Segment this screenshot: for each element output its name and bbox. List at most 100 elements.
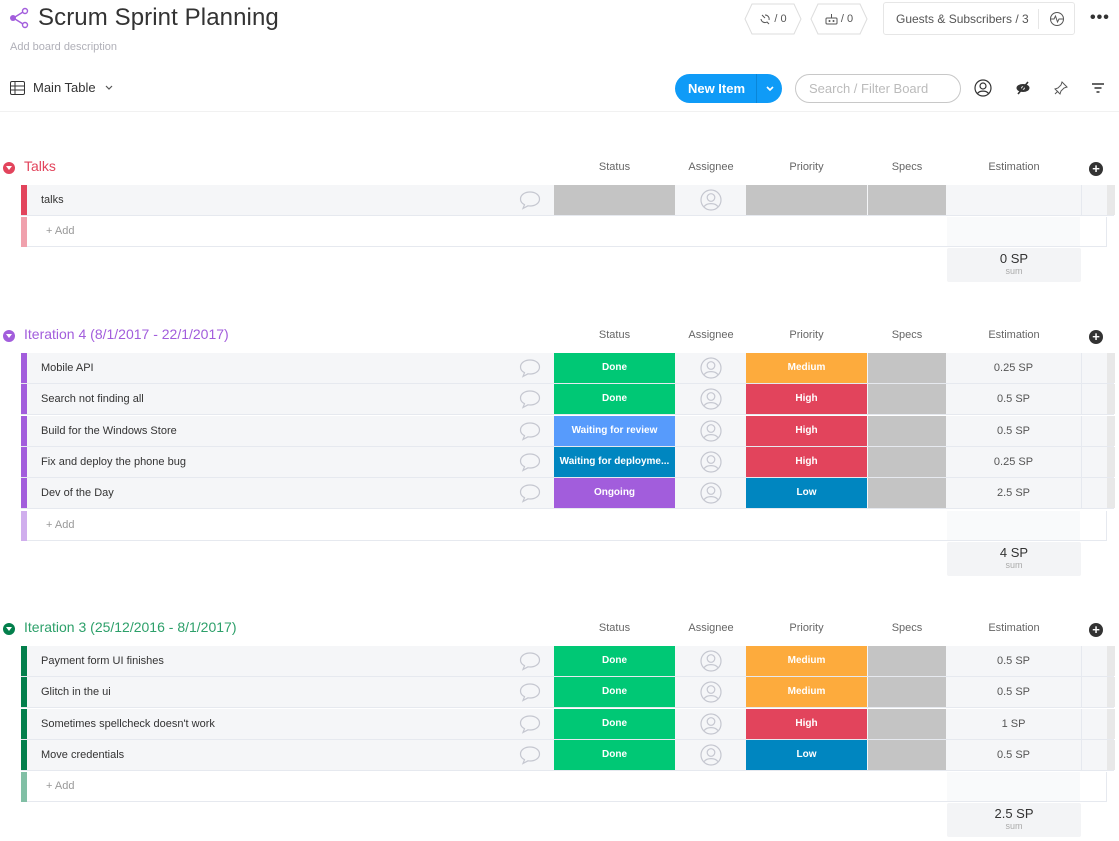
comment-icon[interactable]	[519, 745, 541, 770]
collapse-toggle-icon[interactable]	[3, 162, 15, 174]
estimation-cell[interactable]: 0.5 SP	[947, 415, 1080, 446]
item-name[interactable]: Move credentials	[41, 749, 124, 761]
status-cell[interactable]: Done	[554, 677, 675, 708]
comment-icon[interactable]	[519, 651, 541, 676]
add-column-icon[interactable]: +	[1089, 330, 1103, 344]
table-row[interactable]: Search not finding all Done High 0.5 SP	[21, 384, 1115, 416]
status-cell[interactable]: Done	[554, 708, 675, 739]
column-header-estimation[interactable]: Estimation	[947, 161, 1081, 173]
status-cell[interactable]: Done	[554, 353, 675, 383]
specs-cell[interactable]	[868, 646, 946, 676]
sort-button[interactable]	[1088, 78, 1108, 98]
estimation-cell[interactable]: 2.5 SP	[947, 478, 1080, 509]
specs-cell[interactable]	[868, 353, 946, 383]
priority-cell[interactable]: High	[746, 446, 867, 477]
group-title[interactable]: Iteration 3 (25/12/2016 - 8/1/2017)	[24, 619, 236, 635]
view-selector[interactable]: Main Table	[10, 80, 114, 95]
priority-cell[interactable]: High	[746, 415, 867, 446]
person-filter-button[interactable]	[973, 78, 993, 98]
automations-button[interactable]: / 0	[810, 3, 868, 35]
table-row[interactable]: Move credentials Done Low 0.5 SP	[21, 739, 1115, 771]
priority-cell[interactable]: Low	[746, 739, 867, 770]
assignee-cell[interactable]	[676, 415, 745, 446]
status-cell[interactable]: Ongoing	[554, 478, 675, 509]
add-column-icon[interactable]: +	[1089, 162, 1103, 176]
column-header-estimation[interactable]: Estimation	[947, 622, 1081, 634]
table-row[interactable]: Build for the Windows Store Waiting for r…	[21, 415, 1115, 447]
specs-cell[interactable]	[868, 739, 946, 770]
priority-cell[interactable]: Medium	[746, 646, 867, 676]
estimation-cell[interactable]: 0.25 SP	[947, 446, 1080, 477]
estimation-cell[interactable]: 0.5 SP	[947, 739, 1080, 770]
column-header-status[interactable]: Status	[554, 622, 675, 634]
status-cell[interactable]: Waiting for review	[554, 415, 675, 446]
guests-label[interactable]: Guests & Subscribers / 3	[884, 8, 1039, 29]
guests-subscribers[interactable]: Guests & Subscribers / 3	[883, 2, 1075, 35]
item-name[interactable]: Payment form UI finishes	[41, 655, 164, 667]
assignee-cell[interactable]	[676, 384, 745, 415]
group-title[interactable]: Talks	[24, 158, 56, 174]
share-icon[interactable]	[8, 7, 30, 29]
item-name[interactable]: Search not finding all	[41, 393, 144, 405]
add-item-row[interactable]: + Add	[21, 510, 1107, 541]
specs-cell[interactable]	[868, 185, 946, 215]
collapse-toggle-icon[interactable]	[3, 623, 15, 635]
add-column-icon[interactable]: +	[1089, 623, 1103, 637]
specs-cell[interactable]	[868, 677, 946, 708]
comment-icon[interactable]	[519, 483, 541, 508]
column-header-assignee[interactable]: Assignee	[676, 161, 746, 173]
item-name[interactable]: Build for the Windows Store	[41, 425, 177, 437]
table-row[interactable]: Mobile API Done Medium 0.25 SP	[21, 353, 1115, 384]
add-item-row[interactable]: + Add	[21, 217, 1107, 248]
priority-cell[interactable]: High	[746, 708, 867, 739]
specs-cell[interactable]	[868, 384, 946, 415]
table-row[interactable]: Payment form UI finishes Done Medium 0.5 SP	[21, 646, 1115, 677]
priority-cell[interactable]: Medium	[746, 677, 867, 708]
status-cell[interactable]: Done	[554, 384, 675, 415]
comment-icon[interactable]	[519, 190, 541, 215]
estimation-cell[interactable]: 0.25 SP	[947, 353, 1080, 383]
group-title[interactable]: Iteration 4 (8/1/2017 - 22/1/2017)	[24, 326, 229, 342]
status-cell[interactable]	[554, 185, 675, 215]
comment-icon[interactable]	[519, 358, 541, 383]
column-header-specs[interactable]: Specs	[868, 161, 946, 173]
column-header-priority[interactable]: Priority	[746, 622, 867, 634]
item-name[interactable]: Sometimes spellcheck doesn't work	[41, 718, 215, 730]
new-item-label[interactable]: New Item	[675, 74, 757, 103]
collapse-toggle-icon[interactable]	[3, 330, 15, 342]
activity-button[interactable]	[1039, 11, 1074, 27]
priority-cell[interactable]: High	[746, 384, 867, 415]
more-menu-button[interactable]: •••	[1090, 9, 1110, 27]
assignee-cell[interactable]	[676, 677, 745, 708]
specs-cell[interactable]	[868, 478, 946, 509]
add-item-input[interactable]: + Add	[46, 225, 74, 237]
table-row[interactable]: Dev of the Day Ongoing Low 2.5 SP	[21, 478, 1115, 510]
assignee-cell[interactable]	[676, 646, 745, 676]
pin-button[interactable]	[1051, 78, 1071, 98]
assignee-cell[interactable]	[676, 353, 745, 383]
assignee-cell[interactable]	[676, 185, 745, 215]
table-row[interactable]: Sometimes spellcheck doesn't work Done Hig…	[21, 708, 1115, 740]
assignee-cell[interactable]	[676, 446, 745, 477]
integrations-button[interactable]: / 0	[744, 3, 802, 35]
assignee-cell[interactable]	[676, 478, 745, 509]
item-name[interactable]: Dev of the Day	[41, 487, 114, 499]
table-row[interactable]: talks	[21, 185, 1115, 216]
status-cell[interactable]: Done	[554, 646, 675, 676]
new-item-button[interactable]: New Item	[675, 74, 782, 103]
specs-cell[interactable]	[868, 708, 946, 739]
board-title[interactable]: Scrum Sprint Planning	[38, 4, 279, 32]
item-name[interactable]: Glitch in the ui	[41, 686, 111, 698]
comment-icon[interactable]	[519, 682, 541, 707]
estimation-cell[interactable]: 0.5 SP	[947, 384, 1080, 415]
add-item-row[interactable]: + Add	[21, 772, 1107, 803]
hide-columns-button[interactable]	[1013, 78, 1033, 98]
column-header-specs[interactable]: Specs	[868, 329, 946, 341]
column-header-priority[interactable]: Priority	[746, 161, 867, 173]
specs-cell[interactable]	[868, 415, 946, 446]
item-name[interactable]: talks	[41, 194, 64, 206]
status-cell[interactable]: Done	[554, 739, 675, 770]
priority-cell[interactable]: Low	[746, 478, 867, 509]
column-header-estimation[interactable]: Estimation	[947, 329, 1081, 341]
column-header-assignee[interactable]: Assignee	[676, 622, 746, 634]
